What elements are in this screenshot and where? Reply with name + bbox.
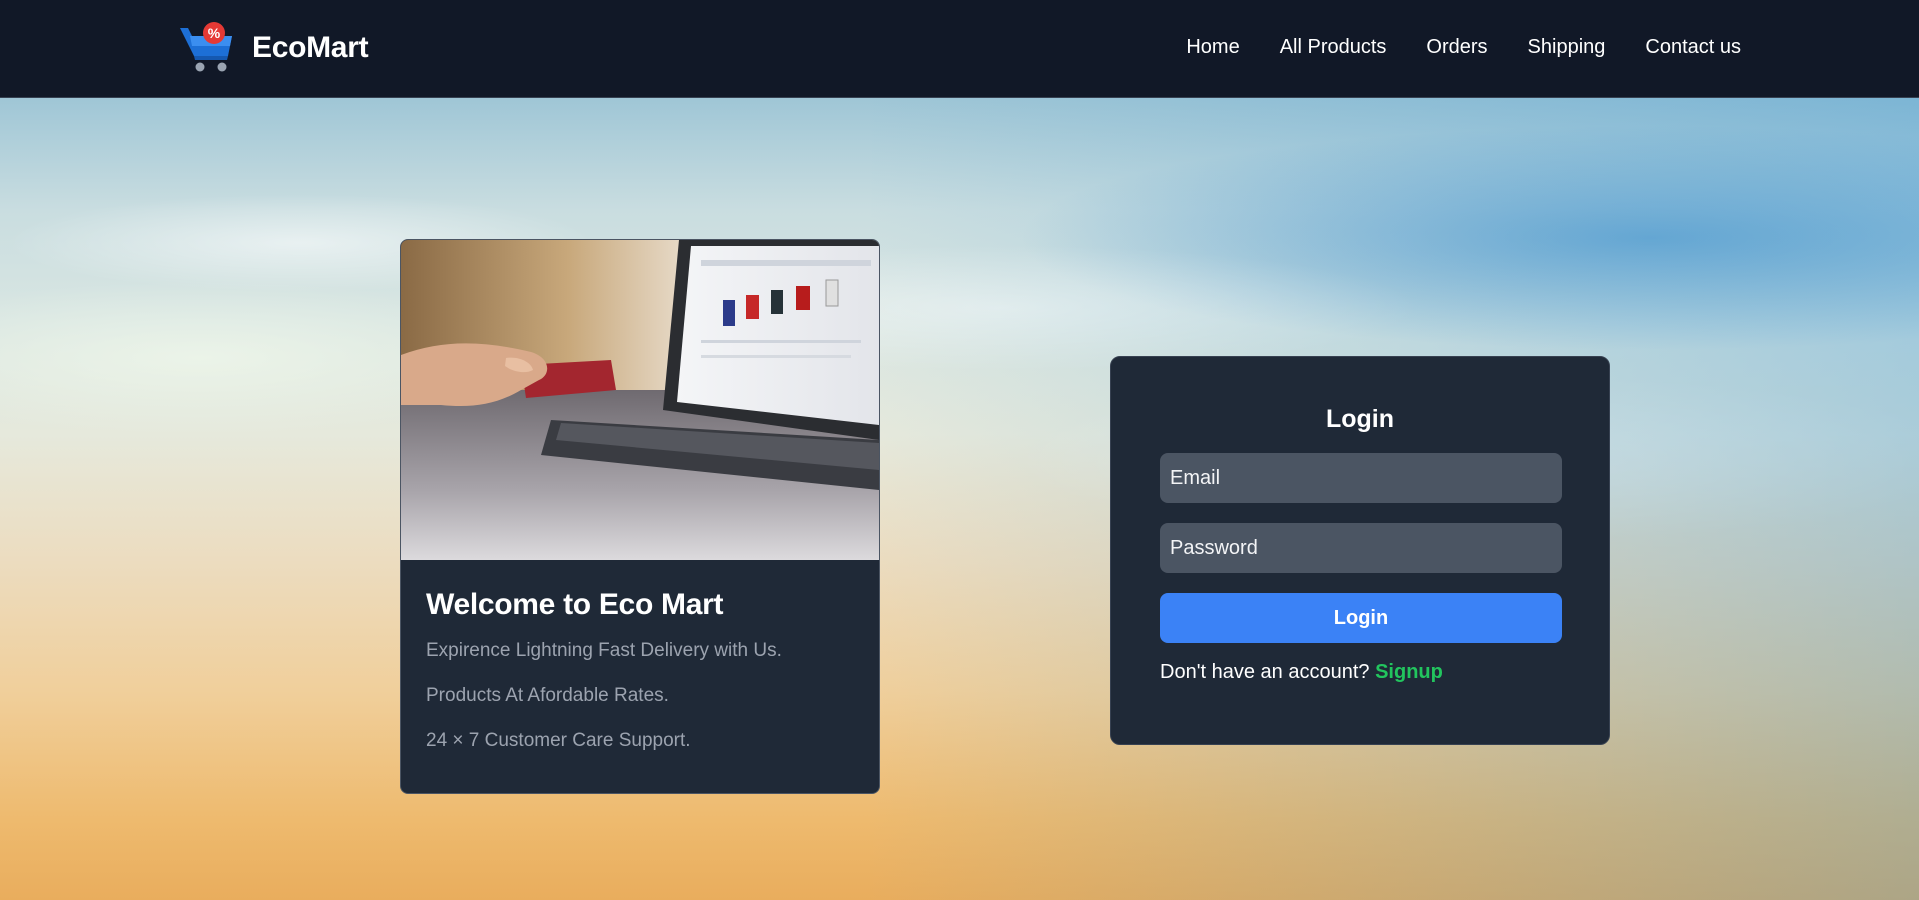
password-field[interactable] <box>1160 523 1562 573</box>
nav-menu: Home All Products Orders Shipping Contac… <box>1186 36 1741 59</box>
login-card: Login Login Don't have an account? Signu… <box>1110 356 1610 745</box>
svg-text:%: % <box>208 25 221 41</box>
nav-link-shipping[interactable]: Shipping <box>1528 36 1606 58</box>
credit-card-laptop-image <box>401 240 879 560</box>
nav-link-home[interactable]: Home <box>1186 36 1239 58</box>
sky-background <box>0 98 1919 900</box>
feature-line-support: 24 × 7 Customer Care Support. <box>426 730 691 751</box>
shopping-cart-percent-icon: % <box>180 22 232 72</box>
login-title: Login <box>1325 405 1395 433</box>
feature-line-rates: Products At Afordable Rates. <box>426 685 669 706</box>
top-navbar: % EcoMart Home All Products Orders Shipp… <box>0 0 1919 98</box>
welcome-card: Welcome to Eco Mart Expirence Lightning … <box>400 239 880 794</box>
nav-link-contact-us[interactable]: Contact us <box>1645 36 1741 58</box>
signup-link[interactable]: Signup <box>1375 661 1443 683</box>
email-field[interactable] <box>1160 453 1562 503</box>
welcome-title: Welcome to Eco Mart <box>426 588 724 621</box>
brand-name: EcoMart <box>252 31 369 64</box>
feature-line-delivery: Expirence Lightning Fast Delivery with U… <box>426 640 782 661</box>
brand-link[interactable]: % EcoMart <box>178 22 369 74</box>
nav-link-orders[interactable]: Orders <box>1426 36 1487 58</box>
signup-prompt: Don't have an account? Signup <box>1160 661 1560 684</box>
login-button[interactable]: Login <box>1160 593 1562 643</box>
nav-link-all-products[interactable]: All Products <box>1280 36 1387 58</box>
signup-prompt-text: Don't have an account? <box>1160 661 1370 683</box>
